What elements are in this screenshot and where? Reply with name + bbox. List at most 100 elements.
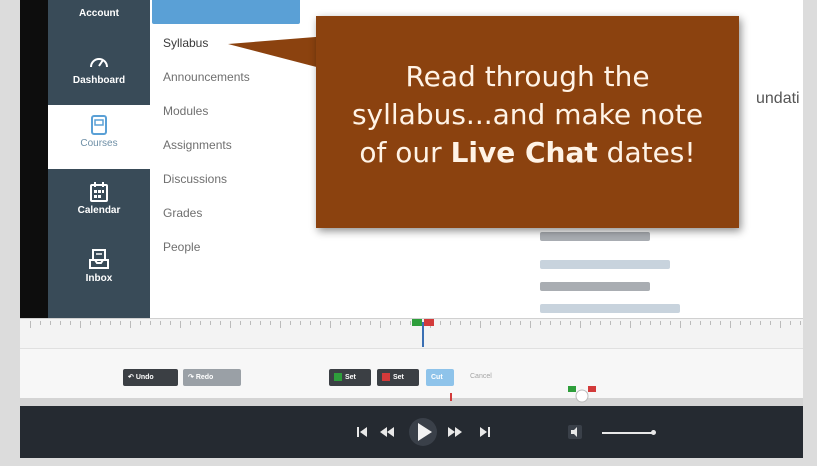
ruler-tick (100, 321, 101, 325)
nav-inbox[interactable]: Inbox (48, 248, 150, 284)
ruler-tick (370, 321, 371, 325)
ruler-tick (190, 321, 191, 325)
set-in-button[interactable]: Set (329, 369, 371, 386)
ruler-tick (760, 321, 761, 325)
fast-forward-icon[interactable] (447, 426, 463, 438)
ruler-tick (740, 321, 741, 325)
ruler-tick (240, 321, 241, 325)
ruler-tick (30, 321, 31, 328)
ruler-tick (580, 321, 581, 328)
ruler-tick (410, 321, 411, 325)
ruler-tick (280, 321, 281, 328)
set-out-label: Set (393, 374, 404, 381)
ruler-tick (610, 321, 611, 325)
ruler-tick (460, 321, 461, 325)
ruler-tick (450, 321, 451, 325)
undo-button[interactable]: ↶ Undo (123, 369, 178, 386)
ruler-tick (350, 321, 351, 325)
course-nav-modules[interactable]: Modules (163, 104, 208, 118)
ruler-tick (790, 321, 791, 325)
ruler-tick (360, 321, 361, 325)
rewind-icon[interactable] (379, 426, 395, 438)
ruler-tick (770, 321, 771, 325)
ruler-tick (640, 321, 641, 325)
right-gutter (803, 0, 817, 466)
course-nav-active-item[interactable] (152, 0, 300, 24)
ruler-tick (200, 321, 201, 325)
ruler-tick (90, 321, 91, 325)
ruler-tick (800, 321, 801, 325)
playhead-marker[interactable] (412, 319, 438, 347)
page-heading-partial: undati (756, 90, 800, 107)
callout-line-3: of our Live Chat dates! (316, 134, 739, 172)
play-icon[interactable] (408, 417, 438, 447)
ruler-tick (650, 321, 651, 325)
timeline-ruler[interactable] (20, 318, 803, 348)
ruler-tick (730, 321, 731, 328)
nav-dashboard-label: Dashboard (72, 75, 126, 86)
ruler-tick (330, 321, 331, 328)
ruler-tick (690, 321, 691, 325)
callout-line-1: Read through the (405, 60, 650, 93)
ruler-tick (550, 321, 551, 325)
course-nav-discussions[interactable]: Discussions (163, 172, 227, 186)
calendar-icon (90, 182, 108, 202)
blurred-text (540, 232, 650, 241)
course-nav-people[interactable]: People (163, 240, 200, 254)
nav-dashboard[interactable]: Dashboard (48, 52, 150, 86)
redo-button[interactable]: ↷ Redo (183, 369, 241, 386)
set-in-label: Set (345, 374, 356, 381)
undo-icon: ↶ (128, 374, 136, 381)
screen-frame: Account Dashboard Courses Calendar Inbox… (0, 0, 817, 466)
ruler-tick (160, 321, 161, 325)
ruler-tick (40, 321, 41, 325)
ruler-tick (570, 321, 571, 325)
ruler-tick (780, 321, 781, 328)
ruler-tick (380, 321, 381, 328)
inbox-icon (89, 249, 109, 269)
nav-courses-label: Courses (80, 138, 118, 149)
callout-box: Read through the syllabus...and make not… (316, 16, 739, 228)
scrub-track[interactable] (20, 386, 803, 406)
callout-text: Read through the syllabus...and make not… (316, 58, 739, 172)
skip-to-end-icon[interactable] (479, 426, 491, 438)
red-flag-icon (382, 373, 390, 382)
cancel-link[interactable]: Cancel (470, 373, 492, 380)
ruler-tick (210, 321, 211, 325)
blurred-link (540, 304, 680, 313)
course-nav-syllabus[interactable]: Syllabus (163, 36, 208, 50)
ruler-tick (320, 321, 321, 325)
ruler-tick (720, 321, 721, 325)
ruler-tick (620, 321, 621, 325)
ruler-tick (500, 321, 501, 325)
ruler-tick (50, 321, 51, 325)
cut-button[interactable]: Cut (426, 369, 454, 386)
dashboard-icon (90, 58, 108, 68)
nav-calendar[interactable]: Calendar (48, 182, 150, 216)
undo-label: Undo (135, 374, 154, 381)
volume-slider[interactable] (602, 432, 654, 434)
edit-toolbar: ↶ Undo ↷ Redo Set Set Cut Cancel (20, 348, 803, 398)
ruler-tick (600, 321, 601, 325)
cut-label: Cut (431, 374, 443, 381)
ruler-tick (120, 321, 121, 325)
ruler-tick (110, 321, 111, 325)
nav-courses[interactable]: Courses (48, 105, 150, 169)
ruler-tick (70, 321, 71, 325)
nav-account[interactable]: Account (48, 8, 150, 19)
course-nav-grades[interactable]: Grades (163, 206, 202, 220)
ruler-tick (310, 321, 311, 325)
set-out-button[interactable]: Set (377, 369, 419, 386)
volume-icon[interactable] (568, 425, 582, 439)
nav-account-label: Account (79, 8, 119, 19)
ruler-tick (60, 321, 61, 325)
ruler-tick (250, 321, 251, 325)
volume-slider-knob[interactable] (651, 430, 656, 435)
ruler-tick (680, 321, 681, 328)
ruler-tick (750, 321, 751, 325)
nav-calendar-label: Calendar (77, 205, 121, 216)
skip-to-start-icon[interactable] (356, 426, 368, 438)
scrub-handle[interactable] (568, 386, 596, 404)
ruler-tick (480, 321, 481, 328)
course-nav-assignments[interactable]: Assignments (163, 138, 232, 152)
